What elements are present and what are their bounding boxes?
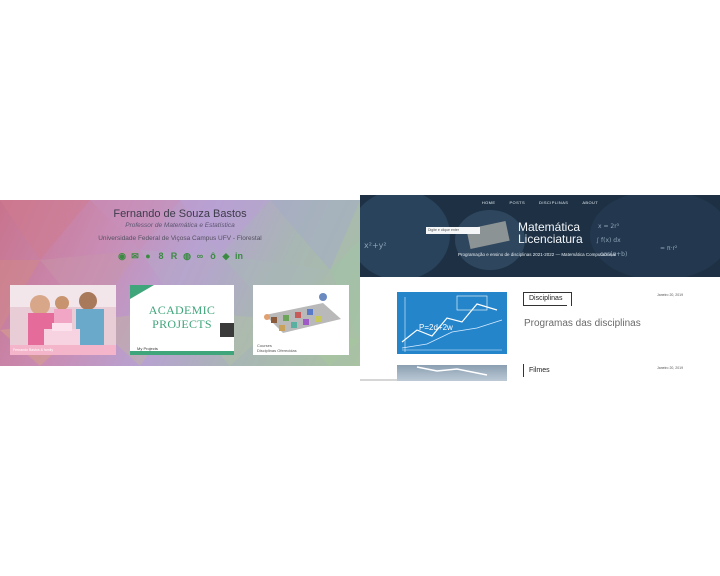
- courses-card[interactable]: Courses Disciplinas Oferecidas: [253, 285, 349, 355]
- academic-projects-card[interactable]: ACADEMIC PROJECTS My Projects: [130, 285, 234, 355]
- profile-name: Fernando de Souza Bastos: [113, 208, 247, 220]
- profile-subtitle: Professor de Matemática e Estatística: [125, 222, 235, 229]
- formula-text: P=2d+2w: [419, 323, 453, 332]
- header-banner: x²+y² x = 2r³ ∫ f(x) dx = π·r² cos(a+b) …: [360, 195, 720, 277]
- blog-page: x²+y² x = 2r³ ∫ f(x) dx = π·r² cos(a+b) …: [360, 195, 720, 381]
- social-links: ◉ ✉ ● 8 R ◍ ∞ ô ◆ in: [117, 251, 244, 261]
- math-graph-image: P=2d+2w: [397, 292, 507, 354]
- lattes-icon[interactable]: ∞: [195, 251, 205, 261]
- mendeley-icon[interactable]: ◉: [117, 251, 127, 261]
- tag-border: [571, 292, 572, 306]
- site-title: Matemática Licenciatura: [518, 220, 583, 246]
- family-photo-card[interactable]: Fernando Bastos & family: [10, 285, 116, 355]
- post-date: Janeiro 20, 2019: [657, 366, 684, 370]
- nav-posts[interactable]: POSTS: [509, 200, 525, 205]
- post-date: Janeiro 20, 2019: [657, 293, 684, 297]
- nav-home[interactable]: HOME: [482, 200, 496, 205]
- post-category-tag[interactable]: Disciplinas: [523, 292, 568, 306]
- projects-title: ACADEMIC PROJECTS: [148, 303, 216, 331]
- academia-icon[interactable]: ô: [208, 251, 218, 261]
- math-symbol: x²+y²: [364, 241, 387, 250]
- math-symbol: ∫ f(x) dx: [596, 237, 621, 244]
- projects-caption: My Projects: [137, 346, 158, 351]
- courses-caption: Courses Disciplinas Oferecidas: [257, 343, 297, 353]
- photo-caption: Fernando Bastos & family: [13, 348, 54, 352]
- site-subtitle: Programação e ensino de disciplinas 2021…: [458, 252, 616, 257]
- post-category-tag[interactable]: Filmes: [523, 364, 555, 377]
- family-photo: [10, 285, 116, 355]
- math-symbol: x = 2r³: [598, 223, 620, 230]
- google-scholar-icon[interactable]: 8: [156, 251, 166, 261]
- twitter-icon[interactable]: ◆: [221, 251, 231, 261]
- post-thumbnail[interactable]: [397, 365, 507, 381]
- researchgate-icon[interactable]: R: [169, 251, 179, 261]
- math-symbol: = π·r²: [660, 245, 678, 252]
- orcid-icon[interactable]: ◍: [182, 251, 192, 261]
- top-nav: HOME POSTS DISCIPLINAS ABOUT: [360, 200, 720, 205]
- post-thumbnail[interactable]: P=2d+2w: [397, 292, 507, 354]
- profile-university: Universidade Federal de Viçosa Campus UF…: [98, 235, 262, 242]
- film-image: [416, 366, 488, 376]
- divider: [360, 379, 397, 381]
- post-title[interactable]: Programas das disciplinas: [524, 318, 641, 329]
- email-icon[interactable]: ✉: [130, 251, 140, 261]
- linkedin-icon[interactable]: in: [234, 251, 244, 261]
- profile-page: Fernando de Souza Bastos Professor de Ma…: [0, 200, 360, 366]
- search-input[interactable]: Digite e clique enter: [426, 227, 480, 234]
- github-icon[interactable]: ●: [143, 251, 153, 261]
- nav-disciplinas[interactable]: DISCIPLINAS: [539, 200, 568, 205]
- nav-about[interactable]: ABOUT: [582, 200, 598, 205]
